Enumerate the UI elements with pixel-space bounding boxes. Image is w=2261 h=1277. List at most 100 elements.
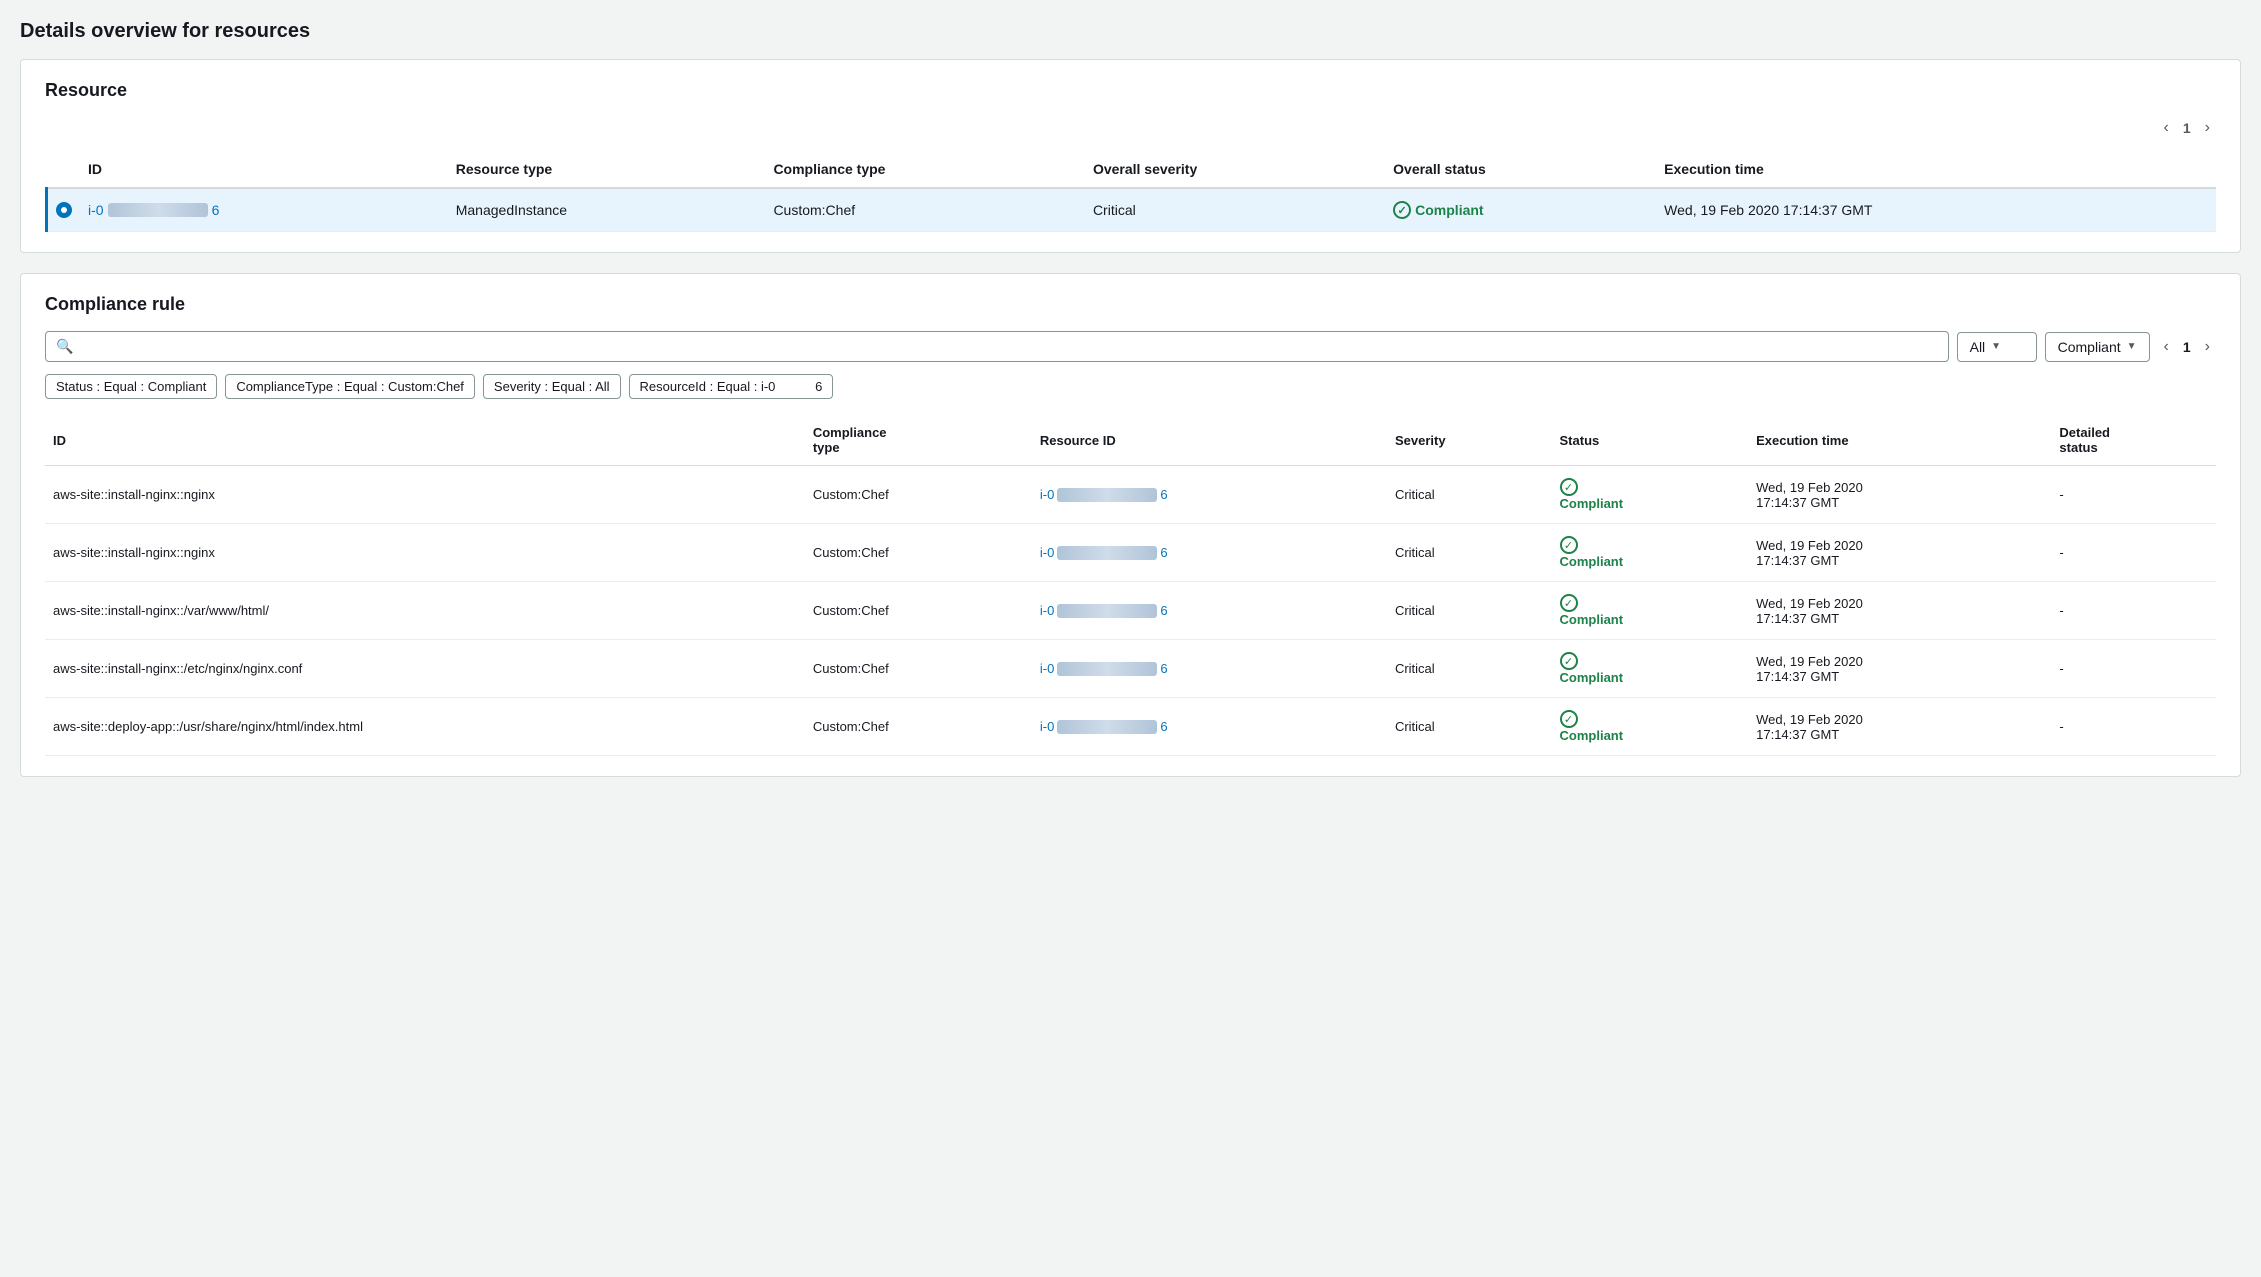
filter-compliant-value: Compliant: [2058, 339, 2121, 355]
compliance-col-detailed: Detailedstatus: [2051, 415, 2216, 466]
resource-id-redacted-0: [1057, 488, 1157, 502]
resource-id-link-2[interactable]: i-0: [1040, 603, 1054, 618]
resource-table-header: ID Resource type Compliance type Overall…: [47, 151, 2217, 188]
compliance-row-resource-id-1: i-0 6: [1032, 524, 1387, 582]
compliance-row-status-0: ✓Compliant: [1552, 466, 1749, 524]
resource-section: Resource ‹ 1 › ID Resource type Complian…: [20, 59, 2241, 253]
compliance-row-status-3: ✓Compliant: [1552, 640, 1749, 698]
resource-row-id: i-0 6: [80, 188, 448, 232]
compliance-row-status-1: ✓Compliant: [1552, 524, 1749, 582]
compliance-table-header: ID Compliancetype Resource ID Severity S…: [45, 415, 2216, 466]
resource-row-compliance: Custom:Chef: [765, 188, 1085, 232]
compliance-section: Compliance rule 🔍 All ▼ Compliant ▼ ‹ 1 …: [20, 273, 2241, 777]
compliance-row-type-3: Custom:Chef: [805, 640, 1032, 698]
compliance-row-resource-id-3: i-0 6: [1032, 640, 1387, 698]
resource-id-redacted-1: [1057, 546, 1157, 560]
filter-tag-resource-id: ResourceId : Equal : i-0 6: [629, 374, 834, 399]
resource-col-status: Overall status: [1385, 151, 1656, 188]
resource-id-redacted: [108, 203, 208, 217]
resource-id-link[interactable]: i-0: [88, 202, 104, 218]
compliance-table-row[interactable]: aws-site::install-nginx::/var/www/html/C…: [45, 582, 2216, 640]
resource-table-row[interactable]: i-0 6 ManagedInstance Custom:Chef Critic…: [47, 188, 2217, 232]
resource-next-btn[interactable]: ›: [2199, 117, 2216, 139]
resource-id-sfx-2[interactable]: 6: [1160, 603, 1167, 618]
check-icon-2: ✓: [1560, 594, 1578, 612]
compliance-page-num: 1: [2183, 339, 2191, 355]
compliance-prev-btn[interactable]: ‹: [2158, 336, 2175, 358]
compliance-row-id-3: aws-site::install-nginx::/etc/nginx/ngin…: [45, 640, 805, 698]
compliance-row-resource-id-4: i-0 6: [1032, 698, 1387, 756]
resource-id-link-0[interactable]: i-0: [1040, 487, 1054, 502]
resource-id-sfx-1[interactable]: 6: [1160, 545, 1167, 560]
compliance-row-severity-0: Critical: [1387, 466, 1552, 524]
resource-col-severity: Overall severity: [1085, 151, 1385, 188]
compliance-filter-all-dropdown[interactable]: All ▼: [1957, 332, 2037, 362]
compliance-search-box[interactable]: 🔍: [45, 331, 1949, 362]
resource-id-link-1[interactable]: i-0: [1040, 545, 1054, 560]
resource-id-link-3[interactable]: i-0: [1040, 661, 1054, 676]
filter-tag-compliance-type: ComplianceType : Equal : Custom:Chef: [225, 374, 475, 399]
compliance-row-severity-1: Critical: [1387, 524, 1552, 582]
compliance-row-severity-3: Critical: [1387, 640, 1552, 698]
resource-page-num: 1: [2183, 120, 2191, 136]
compliance-table-row[interactable]: aws-site::install-nginx::/etc/nginx/ngin…: [45, 640, 2216, 698]
resource-id-suffix[interactable]: 6: [212, 202, 220, 218]
filter-tag-severity: Severity : Equal : All: [483, 374, 621, 399]
compliance-filter-bar: 🔍 All ▼ Compliant ▼ ‹ 1 ›: [45, 331, 2216, 362]
resource-col-execution: Execution time: [1656, 151, 2216, 188]
compliance-row-detailed-3: -: [2051, 640, 2216, 698]
compliance-search-input[interactable]: [81, 339, 1937, 355]
compliance-table-row[interactable]: aws-site::install-nginx::nginxCustom:Che…: [45, 524, 2216, 582]
compliance-col-compliance-type: Compliancetype: [805, 415, 1032, 466]
compliance-row-type-4: Custom:Chef: [805, 698, 1032, 756]
resource-id-sfx-0[interactable]: 6: [1160, 487, 1167, 502]
radio-selected-icon: [56, 202, 72, 218]
compliance-row-status-4: ✓Compliant: [1552, 698, 1749, 756]
compliance-row-id-0: aws-site::install-nginx::nginx: [45, 466, 805, 524]
resource-id-redacted-3: [1057, 662, 1157, 676]
compliance-row-detailed-4: -: [2051, 698, 2216, 756]
compliance-row-execution-3: Wed, 19 Feb 202017:14:37 GMT: [1748, 640, 2051, 698]
resource-id-redacted-4: [1057, 720, 1157, 734]
resource-row-status: ✓ Compliant: [1385, 188, 1656, 232]
compliance-row-execution-2: Wed, 19 Feb 202017:14:37 GMT: [1748, 582, 2051, 640]
compliance-row-detailed-0: -: [2051, 466, 2216, 524]
resource-row-type: ManagedInstance: [448, 188, 766, 232]
compliance-table-row[interactable]: aws-site::install-nginx::nginxCustom:Che…: [45, 466, 2216, 524]
resource-id-link-4[interactable]: i-0: [1040, 719, 1054, 734]
compliance-row-resource-id-2: i-0 6: [1032, 582, 1387, 640]
status-label-0: Compliant: [1560, 496, 1624, 511]
compliance-next-btn[interactable]: ›: [2199, 336, 2216, 358]
compliance-section-title: Compliance rule: [45, 294, 2216, 315]
resource-id-sfx-4[interactable]: 6: [1160, 719, 1167, 734]
compliance-col-severity: Severity: [1387, 415, 1552, 466]
compliance-row-resource-id-0: i-0 6: [1032, 466, 1387, 524]
compliance-col-execution: Execution time: [1748, 415, 2051, 466]
check-icon-0: ✓: [1560, 478, 1578, 496]
compliance-filter-compliant-dropdown[interactable]: Compliant ▼: [2045, 332, 2150, 362]
filter-all-value: All: [1970, 339, 1986, 355]
compliance-row-severity-2: Critical: [1387, 582, 1552, 640]
resource-row-execution: Wed, 19 Feb 2020 17:14:37 GMT: [1656, 188, 2216, 232]
resource-prev-btn[interactable]: ‹: [2158, 117, 2175, 139]
check-icon-4: ✓: [1560, 710, 1578, 728]
status-compliant: ✓ Compliant: [1393, 201, 1648, 219]
status-label-2: Compliant: [1560, 612, 1624, 627]
status-label-1: Compliant: [1560, 554, 1624, 569]
check-icon-3: ✓: [1560, 652, 1578, 670]
compliance-table-row[interactable]: aws-site::deploy-app::/usr/share/nginx/h…: [45, 698, 2216, 756]
resource-col-select: [47, 151, 81, 188]
resource-id-sfx-3[interactable]: 6: [1160, 661, 1167, 676]
status-label-3: Compliant: [1560, 670, 1624, 685]
resource-col-compliance: Compliance type: [765, 151, 1085, 188]
compliance-row-execution-0: Wed, 19 Feb 202017:14:37 GMT: [1748, 466, 2051, 524]
resource-row-radio[interactable]: [47, 188, 81, 232]
compliance-row-status-2: ✓Compliant: [1552, 582, 1749, 640]
resource-table: ID Resource type Compliance type Overall…: [45, 151, 2216, 232]
page-title: Details overview for resources: [20, 20, 2241, 43]
filter-all-arrow-icon: ▼: [1991, 341, 2001, 352]
compliance-filter-tags: Status : Equal : Compliant ComplianceTyp…: [45, 374, 2216, 399]
compliance-row-type-2: Custom:Chef: [805, 582, 1032, 640]
filter-compliant-arrow-icon: ▼: [2127, 341, 2137, 352]
compliance-col-status: Status: [1552, 415, 1749, 466]
